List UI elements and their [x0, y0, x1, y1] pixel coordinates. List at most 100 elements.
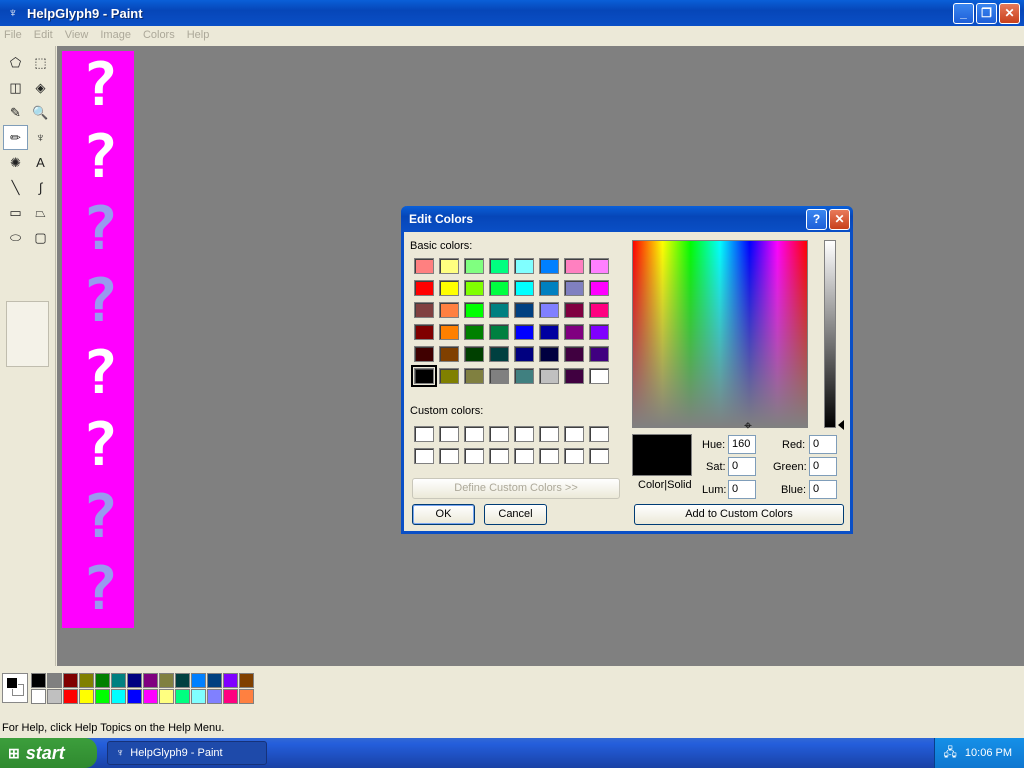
palette-swatch[interactable] [111, 673, 126, 688]
sat-field[interactable]: 0 [728, 457, 756, 476]
palette-swatch[interactable] [191, 689, 206, 704]
basic-color-swatch[interactable] [439, 280, 459, 296]
palette-swatch[interactable] [63, 673, 78, 688]
basic-color-swatch[interactable] [464, 346, 484, 362]
palette-swatch[interactable] [79, 673, 94, 688]
custom-color-swatch[interactable] [489, 448, 509, 464]
spectrum-crosshair-icon[interactable]: ⌖ [744, 418, 758, 432]
basic-color-swatch[interactable] [539, 280, 559, 296]
curve-icon[interactable]: ∫ [28, 175, 53, 200]
custom-color-swatch[interactable] [439, 448, 459, 464]
taskbar-item-paint[interactable]: ♆ HelpGlyph9 - Paint [107, 741, 267, 765]
custom-color-swatch[interactable] [539, 426, 559, 442]
basic-color-swatch[interactable] [439, 368, 459, 384]
window-titlebar[interactable]: ♆ HelpGlyph9 - Paint _ ❐ ✕ [0, 0, 1024, 26]
basic-color-swatch[interactable] [514, 368, 534, 384]
palette-swatch[interactable] [95, 689, 110, 704]
basic-color-swatch[interactable] [439, 346, 459, 362]
basic-color-swatch[interactable] [464, 258, 484, 274]
palette-swatch[interactable] [239, 689, 254, 704]
luminosity-arrow-icon[interactable] [838, 420, 844, 430]
basic-color-swatch[interactable] [439, 324, 459, 340]
palette-swatch[interactable] [159, 689, 174, 704]
basic-color-swatch[interactable] [539, 258, 559, 274]
select-icon[interactable]: ⬚ [28, 50, 53, 75]
palette-swatch[interactable] [159, 673, 174, 688]
palette-swatch[interactable] [31, 689, 46, 704]
basic-color-swatch[interactable] [589, 280, 609, 296]
custom-color-swatch[interactable] [589, 448, 609, 464]
basic-color-swatch[interactable] [589, 258, 609, 274]
rectangle-icon[interactable]: ▭ [3, 200, 28, 225]
rounded-rectangle-icon[interactable]: ▢ [28, 225, 53, 250]
current-colors-indicator[interactable] [2, 673, 28, 703]
basic-color-swatch[interactable] [489, 324, 509, 340]
basic-color-swatch[interactable] [539, 368, 559, 384]
luminosity-slider[interactable] [824, 240, 836, 428]
cancel-button[interactable]: Cancel [484, 504, 547, 525]
basic-color-swatch[interactable] [439, 258, 459, 274]
basic-color-swatch[interactable] [589, 302, 609, 318]
custom-color-swatch[interactable] [564, 426, 584, 442]
basic-color-swatch[interactable] [564, 346, 584, 362]
pencil-icon[interactable]: ✏ [3, 125, 28, 150]
basic-color-swatch[interactable] [414, 302, 434, 318]
palette-swatch[interactable] [223, 673, 238, 688]
minimize-button[interactable]: _ [953, 3, 974, 24]
basic-color-swatch[interactable] [564, 368, 584, 384]
palette-swatch[interactable] [111, 689, 126, 704]
basic-color-swatch[interactable] [514, 346, 534, 362]
palette-swatch[interactable] [31, 673, 46, 688]
color-spectrum[interactable] [632, 240, 808, 428]
basic-color-swatch[interactable] [489, 258, 509, 274]
network-icon[interactable]: 🖧 [944, 743, 957, 764]
basic-color-swatch[interactable] [414, 258, 434, 274]
basic-color-swatch[interactable] [414, 280, 434, 296]
fill-icon[interactable]: ◈ [28, 75, 53, 100]
basic-color-swatch[interactable] [589, 324, 609, 340]
custom-color-swatch[interactable] [514, 426, 534, 442]
menu-file[interactable]: File [4, 29, 22, 41]
custom-color-swatch[interactable] [539, 448, 559, 464]
palette-swatch[interactable] [175, 673, 190, 688]
basic-color-swatch[interactable] [564, 280, 584, 296]
dialog-titlebar[interactable]: Edit Colors ? ✕ [401, 206, 853, 232]
define-custom-colors-button[interactable]: Define Custom Colors >> [412, 478, 620, 499]
basic-color-swatch[interactable] [539, 346, 559, 362]
basic-color-swatch[interactable] [539, 302, 559, 318]
ellipse-icon[interactable]: ⬭ [3, 225, 28, 250]
basic-color-swatch[interactable] [414, 324, 434, 340]
magnifier-icon[interactable]: 🔍 [28, 100, 53, 125]
menu-image[interactable]: Image [100, 29, 131, 41]
palette-swatch[interactable] [191, 673, 206, 688]
red-field[interactable]: 0 [809, 435, 837, 454]
basic-color-swatch[interactable] [564, 302, 584, 318]
custom-color-swatch[interactable] [514, 448, 534, 464]
basic-color-swatch[interactable] [514, 280, 534, 296]
basic-color-swatch[interactable] [464, 368, 484, 384]
tool-options-panel[interactable] [6, 301, 49, 367]
dialog-help-button[interactable]: ? [806, 209, 827, 230]
menu-edit[interactable]: Edit [34, 29, 53, 41]
palette-swatch[interactable] [127, 689, 142, 704]
palette-swatch[interactable] [175, 689, 190, 704]
basic-color-swatch[interactable] [539, 324, 559, 340]
add-to-custom-colors-button[interactable]: Add to Custom Colors [634, 504, 844, 525]
menu-colors[interactable]: Colors [143, 29, 175, 41]
custom-color-swatch[interactable] [564, 448, 584, 464]
custom-color-swatch[interactable] [439, 426, 459, 442]
paint-app-icon[interactable]: ♆ [5, 5, 21, 21]
ok-button[interactable]: OK [412, 504, 475, 525]
basic-color-swatch[interactable] [411, 365, 437, 387]
brush-icon[interactable]: ♆ [28, 125, 53, 150]
palette-swatch[interactable] [239, 673, 254, 688]
blue-field[interactable]: 0 [809, 480, 837, 499]
basic-color-swatch[interactable] [439, 302, 459, 318]
basic-color-swatch[interactable] [589, 346, 609, 362]
hue-field[interactable]: 160 [728, 435, 756, 454]
palette-swatch[interactable] [79, 689, 94, 704]
basic-color-swatch[interactable] [514, 302, 534, 318]
eraser-icon[interactable]: ◫ [3, 75, 28, 100]
text-icon[interactable]: A [28, 150, 53, 175]
custom-color-swatch[interactable] [414, 448, 434, 464]
